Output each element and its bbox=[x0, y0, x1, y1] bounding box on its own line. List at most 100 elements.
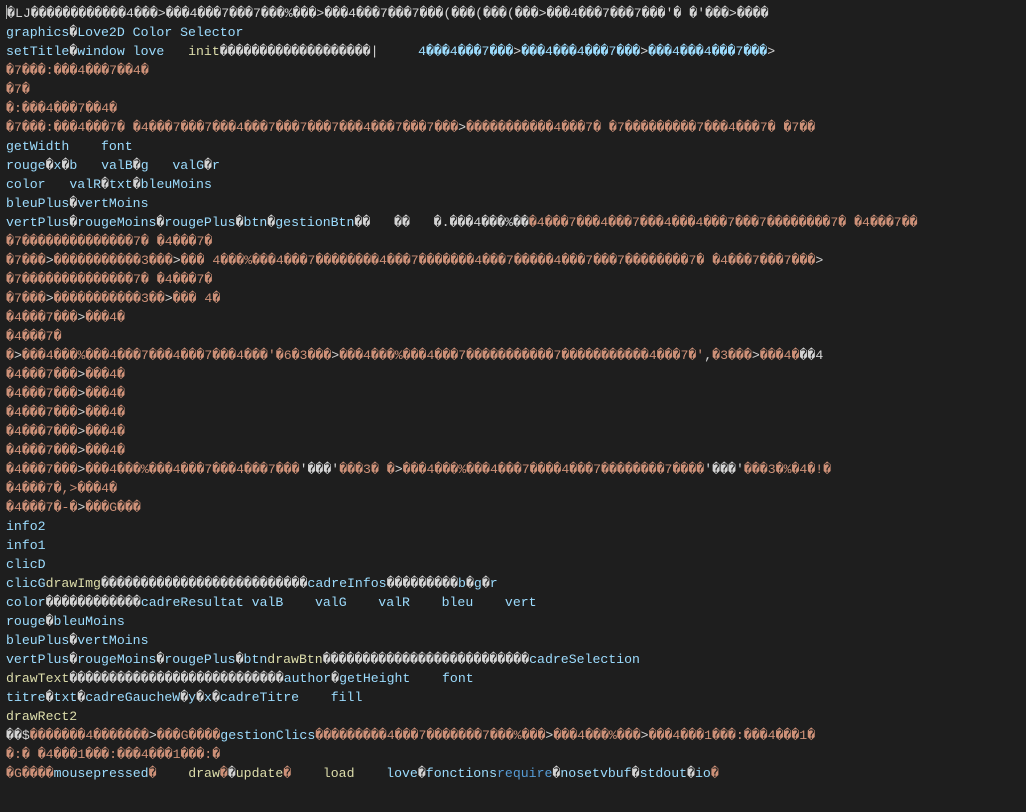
code-line: �LJ������������4���>���4���7���7���%���>… bbox=[6, 6, 769, 21]
code-token: ���4� bbox=[85, 310, 125, 325]
code-token bbox=[77, 158, 101, 173]
code-token: info2 bbox=[6, 519, 46, 534]
code-token: �LJ������������4���>���4���7���7���%���>… bbox=[7, 6, 769, 21]
code-line: �7���:���4���7� �4���7���7���4���7���7��… bbox=[6, 120, 815, 135]
code-token: � bbox=[283, 766, 291, 781]
code-token: stdout bbox=[640, 766, 687, 781]
code-token: �4���7��� bbox=[6, 424, 77, 439]
code-token: � bbox=[6, 348, 14, 363]
code-token: ���4���%�� bbox=[85, 462, 164, 477]
code-token: �4���7�-� bbox=[6, 500, 77, 515]
code-token: io bbox=[695, 766, 711, 781]
code-token: '���' bbox=[300, 462, 340, 477]
code-token: draw bbox=[188, 766, 220, 781]
code-token: � bbox=[180, 690, 188, 705]
code-token: cadreInfos bbox=[307, 576, 386, 591]
code-token: � bbox=[482, 576, 490, 591]
code-token: �4���7��� bbox=[6, 310, 77, 325]
code-token: 4���4���7��� bbox=[418, 44, 513, 59]
code-token bbox=[473, 595, 505, 610]
code-token: �:� �4���1���:���4���1���:� bbox=[6, 747, 220, 762]
code-token: �4���7���4���7���4���'�6�3��� bbox=[101, 348, 331, 363]
code-line: bleuPlus�vertMoins bbox=[6, 196, 149, 211]
code-token: clicG bbox=[6, 576, 46, 591]
code-token: info1 bbox=[6, 538, 46, 553]
code-token: > bbox=[46, 291, 54, 306]
code-token: ���3�%�4�!� bbox=[744, 462, 831, 477]
code-token: ��������������������������� bbox=[69, 671, 283, 686]
code-token: vert bbox=[505, 595, 537, 610]
code-token: getHeight bbox=[339, 671, 410, 686]
code-line: �4���7���>���4� bbox=[6, 424, 125, 439]
code-token: Love2D Color Selector bbox=[77, 25, 243, 40]
code-token: rougeMoins bbox=[77, 652, 156, 667]
code-token: � bbox=[196, 690, 204, 705]
code-token: �������������������������� bbox=[101, 576, 307, 591]
code-token bbox=[46, 177, 70, 192]
code-token: ���4� bbox=[85, 424, 125, 439]
code-token: r bbox=[212, 158, 220, 173]
code-line: color valR�txt�bleuMoins bbox=[6, 177, 212, 192]
code-token: � bbox=[418, 766, 426, 781]
code-token: rouge bbox=[6, 614, 46, 629]
code-token bbox=[299, 690, 331, 705]
code-token: � bbox=[228, 766, 236, 781]
code-token: ���4���4���7��� bbox=[521, 44, 640, 59]
code-line: �4���7���>���4� bbox=[6, 405, 125, 420]
code-token: btn bbox=[244, 652, 268, 667]
code-token: �7��������������7� �4���7� bbox=[6, 272, 212, 287]
code-token: bleuMoins bbox=[54, 614, 125, 629]
code-token: ���4 bbox=[85, 405, 117, 420]
code-token bbox=[355, 766, 387, 781]
code-token: rougePlus bbox=[164, 215, 235, 230]
code-token: � bbox=[117, 405, 125, 420]
code-line: �7���>�����������3��>��� 4� bbox=[6, 291, 220, 306]
code-token: btn bbox=[244, 215, 268, 230]
code-token: > bbox=[46, 253, 54, 268]
code-line: �4���7���>���4� bbox=[6, 443, 125, 458]
code-token: �4���7�,> bbox=[6, 481, 77, 496]
code-line: drawText���������������������������autho… bbox=[6, 671, 474, 686]
code-token: y bbox=[188, 690, 196, 705]
code-token: cadreGauche bbox=[85, 690, 172, 705]
code-token: ��4 bbox=[799, 348, 823, 363]
code-token: > bbox=[458, 120, 466, 135]
code-token: �7��� bbox=[6, 291, 46, 306]
code-token: r bbox=[490, 576, 498, 591]
code-token: b bbox=[458, 576, 466, 591]
code-token: �4���7��� bbox=[6, 405, 77, 420]
code-token: � bbox=[46, 614, 54, 629]
code-line: rouge�x�b valB�g valG�r bbox=[6, 158, 220, 173]
code-token bbox=[244, 595, 252, 610]
code-token: �4���7����4���7��������7���� bbox=[482, 462, 704, 477]
code-token: cadreTitre bbox=[220, 690, 299, 705]
code-token: � bbox=[236, 652, 244, 667]
code-token: setvbuf bbox=[576, 766, 631, 781]
code-token: gestionClics bbox=[220, 728, 315, 743]
code-token: �4���7��� bbox=[6, 386, 77, 401]
code-token: vertMoins bbox=[77, 196, 148, 211]
code-token: > bbox=[14, 348, 22, 363]
code-token: �����������3�� bbox=[54, 291, 165, 306]
code-token: g bbox=[474, 576, 482, 591]
code-token: vertMoins bbox=[77, 633, 148, 648]
code-token: �3��� bbox=[712, 348, 752, 363]
code-token: �4���7���4���7���4���4���7���7��������7�… bbox=[529, 215, 918, 230]
code-token: �:���4���7��4� bbox=[6, 101, 117, 116]
code-line: setTitle�window love init���������������… bbox=[6, 44, 775, 59]
code-token: �4���7��� bbox=[6, 462, 77, 477]
code-token: �7��� bbox=[6, 253, 46, 268]
code-token: clicD bbox=[6, 557, 46, 572]
code-token: ���������4���7�������7���%��� bbox=[315, 728, 545, 743]
code-token: �4���7���4���7��� bbox=[165, 462, 300, 477]
code-token: drawBtn bbox=[267, 652, 322, 667]
code-token: �������������������������� bbox=[323, 652, 529, 667]
code-token: ���4���%�� bbox=[22, 348, 101, 363]
code-line: getWidth font bbox=[6, 139, 133, 154]
code-line: �7��������������7� �4���7� bbox=[6, 234, 212, 249]
code-token: > bbox=[767, 44, 775, 59]
code-token: x bbox=[204, 690, 212, 705]
code-token: mousepressed bbox=[54, 766, 149, 781]
code-editor-view[interactable]: �LJ������������4���>���4���7���7���%���>… bbox=[0, 0, 1026, 787]
code-line: �4���7�-�>���G��� bbox=[6, 500, 141, 515]
